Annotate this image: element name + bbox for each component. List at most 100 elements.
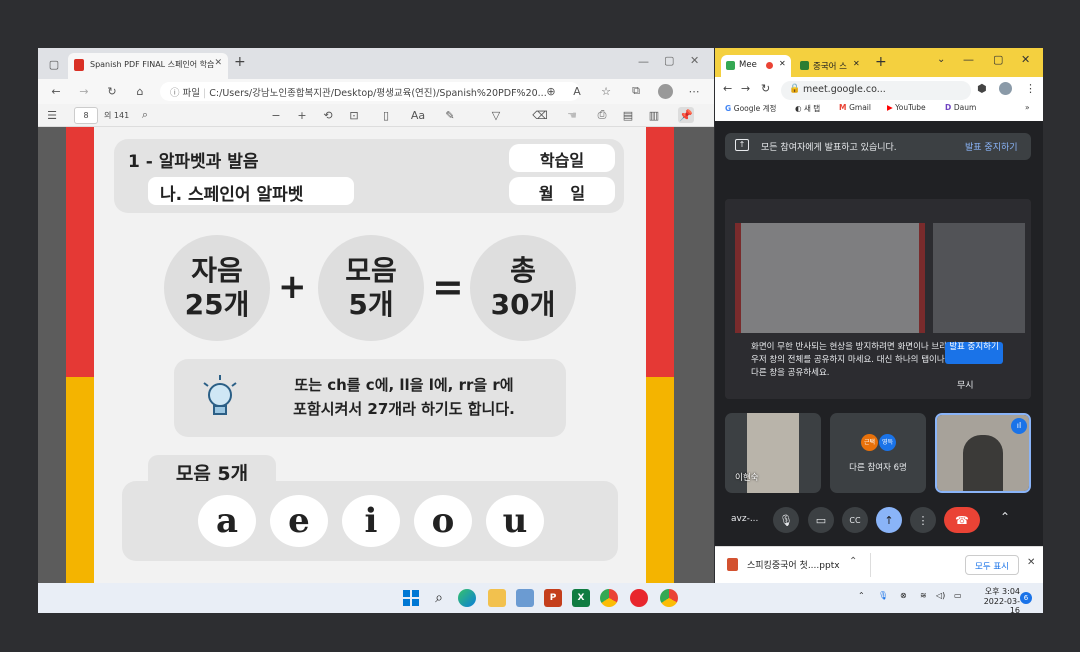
bookmark-youtube[interactable]: ▶ YouTube xyxy=(887,103,926,112)
chrome-profile-icon[interactable] xyxy=(660,589,678,607)
bookmark-label: Daum xyxy=(953,103,977,112)
page-view-icon[interactable]: ▯ xyxy=(378,107,394,123)
self-tile[interactable]: ıl xyxy=(935,413,1031,493)
clock[interactable]: 오후 3:04 2022-03-16 xyxy=(978,586,1020,615)
home-icon[interactable]: ⌂ xyxy=(132,83,148,99)
bookmarks-more[interactable]: » xyxy=(1025,103,1030,112)
tray-mic-icon[interactable]: 🎙 xyxy=(878,591,888,600)
refresh-icon[interactable]: ↻ xyxy=(104,83,120,99)
chevron-up-icon[interactable]: ⌃ xyxy=(1000,510,1010,524)
tab-search-icon[interactable]: ⌄ xyxy=(937,54,945,65)
excel-icon[interactable]: X xyxy=(572,589,590,607)
search-icon[interactable]: ⌕ xyxy=(430,589,448,607)
maximize-icon[interactable]: ▢ xyxy=(993,53,1003,66)
close-download-bar-icon[interactable]: ✕ xyxy=(1027,557,1035,568)
tab-actions-icon[interactable]: ▢ xyxy=(46,56,62,72)
rotate-icon[interactable]: ⟲ xyxy=(320,107,336,123)
close-tab-icon[interactable]: ✕ xyxy=(779,59,786,68)
chevron-up-icon[interactable]: ⌃ xyxy=(849,556,857,567)
vowels-label: 모음 xyxy=(345,254,397,287)
others-tile[interactable]: 근택 영득 다른 참여자 6명 xyxy=(830,413,926,493)
refresh-icon[interactable]: ↻ xyxy=(761,82,770,95)
back-icon[interactable]: ← xyxy=(48,83,64,99)
contents-icon[interactable]: ☰ xyxy=(44,107,60,123)
pin-toolbar-icon[interactable]: 📌 xyxy=(678,107,694,123)
file-explorer-icon[interactable] xyxy=(488,589,506,607)
erase-icon[interactable]: ⌫ xyxy=(532,107,548,123)
touch-icon[interactable]: ☚ xyxy=(564,107,580,123)
camera-icon[interactable]: ▭ xyxy=(808,507,834,533)
forward-icon[interactable]: → xyxy=(741,82,750,95)
favorites-icon[interactable]: ☆ xyxy=(598,83,614,99)
captions-icon[interactable]: CC xyxy=(842,507,868,533)
pdf-viewport[interactable]: 1 - 알파벳과 발음 나. 스페인어 알파벳 학습일 월 일 자음 25개 +… xyxy=(38,127,714,583)
bookmark-new-tab[interactable]: ◐ 새 탭 xyxy=(795,103,820,114)
volume-icon[interactable]: ◁) xyxy=(936,591,945,600)
new-tab-button[interactable]: + xyxy=(234,54,246,70)
chrome-app-icon[interactable] xyxy=(600,589,618,607)
equals-sign: = xyxy=(432,265,464,309)
stop-presenting-link[interactable]: 발표 중지하기 xyxy=(965,140,1018,153)
download-file-name[interactable]: 스피킹중국어 첫....pptx xyxy=(747,558,840,571)
draw-icon[interactable]: ✎ xyxy=(442,107,458,123)
extensions-icon[interactable]: ⬢ xyxy=(977,82,987,95)
start-icon[interactable] xyxy=(402,589,420,607)
edge-url-field[interactable]: ⓘ 파일 | C:/Users/강남노인종합복지관/Desktop/평생교육(연… xyxy=(160,82,580,101)
close-tab-icon[interactable]: ✕ xyxy=(214,58,222,68)
new-tab-button[interactable]: + xyxy=(875,54,887,70)
bookmark-daum[interactable]: D Daum xyxy=(945,103,976,112)
edge-tab-bar: ▢ Spanish PDF FINAL 스페인어 학습 ✕ + — ▢ ✕ xyxy=(38,48,714,79)
text-options-icon[interactable]: Aa xyxy=(410,107,426,123)
zoom-in-icon[interactable]: + xyxy=(294,107,310,123)
maximize-icon[interactable]: ▢ xyxy=(664,54,674,67)
edge-tab-pdf[interactable]: Spanish PDF FINAL 스페인어 학습 ✕ xyxy=(68,53,228,79)
more-icon[interactable]: ⋯ xyxy=(686,83,702,99)
end-call-icon[interactable]: ☎ xyxy=(944,507,980,533)
print-icon[interactable]: ⎙ xyxy=(594,107,610,123)
zoom-icon[interactable]: ⊕ xyxy=(543,83,559,99)
tray-chevron-icon[interactable]: ⌃ xyxy=(858,591,865,600)
menu-icon[interactable]: ⋮ xyxy=(1025,82,1036,95)
close-tab-icon[interactable]: ✕ xyxy=(853,59,860,68)
record-app-icon[interactable] xyxy=(630,589,648,607)
right-red-stripe xyxy=(646,127,674,377)
chrome-url-field[interactable]: 🔒 meet.google.co... xyxy=(781,81,971,100)
minimize-icon[interactable]: — xyxy=(963,53,974,66)
minimize-icon[interactable]: — xyxy=(638,55,649,68)
profile-avatar[interactable] xyxy=(999,82,1012,95)
save-icon[interactable]: ▤ xyxy=(620,107,636,123)
clock-time: 오후 3:04 xyxy=(984,587,1020,596)
highlight-icon[interactable]: ▽ xyxy=(488,107,504,123)
chrome-tab-bar: Mee ✕ 중국어 스 ✕ + ⌄ — ▢ ✕ xyxy=(715,48,1043,77)
battery-icon[interactable]: ▭ xyxy=(954,591,962,600)
warning-ignore-button[interactable]: 무시 xyxy=(957,378,974,391)
microphone-icon[interactable]: 🎙 xyxy=(773,507,799,533)
chrome-tab-meet[interactable]: Mee ✕ xyxy=(721,55,791,77)
bookmark-gmail[interactable]: M Gmail xyxy=(839,103,871,112)
profile-avatar[interactable] xyxy=(658,84,673,99)
forward-icon[interactable]: → xyxy=(76,83,92,99)
tray-app-icon[interactable]: ⊗ xyxy=(900,591,907,600)
edge-app-icon[interactable] xyxy=(458,589,476,607)
fit-page-icon[interactable]: ⊡ xyxy=(346,107,362,123)
collections-icon[interactable]: ⧉ xyxy=(628,83,644,99)
powerpoint-icon[interactable]: P xyxy=(544,589,562,607)
close-window-icon[interactable]: ✕ xyxy=(690,54,699,67)
show-all-button[interactable]: 모두 표시 xyxy=(965,555,1019,575)
participant-tile-1[interactable]: 이현숙 xyxy=(725,413,821,493)
back-icon[interactable]: ← xyxy=(723,82,732,95)
zoom-out-icon[interactable]: − xyxy=(268,107,284,123)
save-as-icon[interactable]: ▥ xyxy=(646,107,662,123)
read-aloud-icon[interactable]: A xyxy=(569,83,585,99)
more-options-icon[interactable]: ⋮ xyxy=(910,507,936,533)
bookmark-google-account[interactable]: G Google 계정 xyxy=(725,103,776,114)
close-window-icon[interactable]: ✕ xyxy=(1021,53,1030,66)
present-now-icon[interactable]: ↑ xyxy=(876,507,902,533)
chrome-tab-chinese[interactable]: 중국어 스 ✕ xyxy=(795,55,865,77)
wifi-icon[interactable]: ≋ xyxy=(920,591,927,600)
warning-stop-button[interactable]: 발표 중지하기 xyxy=(945,342,1003,364)
store-app-icon[interactable] xyxy=(516,589,534,607)
search-icon[interactable]: ⌕ xyxy=(137,107,153,123)
notification-badge[interactable]: 6 xyxy=(1020,592,1032,604)
page-number-input[interactable]: 8 xyxy=(74,107,98,124)
